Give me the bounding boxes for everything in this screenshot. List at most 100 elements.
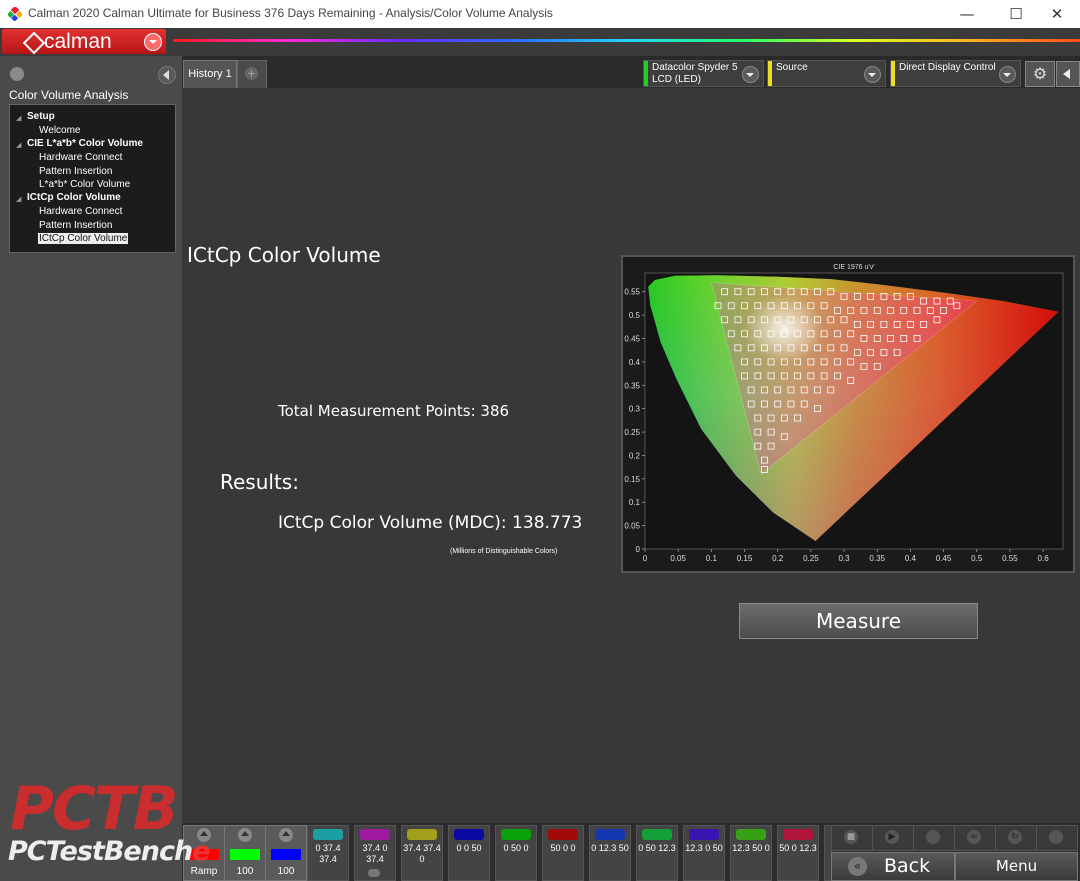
pattern-swatch[interactable]: 100 xyxy=(265,825,307,881)
display-control-select[interactable]: Direct Display Control xyxy=(890,60,1021,87)
y-tick-label: 0.35 xyxy=(624,381,640,390)
x-tick-label: 0 xyxy=(643,554,648,563)
pattern-color-chip xyxy=(230,849,260,860)
expand-arrow-icon[interactable]: ◢ xyxy=(16,195,21,203)
options-button[interactable] xyxy=(1036,825,1078,851)
meter-label: Datacolor Spyder 5 LCD (LED) xyxy=(652,62,738,85)
refresh-icon: ↻ xyxy=(1008,830,1022,844)
cie-1976-chart: CIE 1976 u'v' 0 0.05 0.1 0.15 0.2 0.25 0.3 0.35 0… xyxy=(624,264,1064,563)
color-volume-result: ICtCp Color Volume (MDC): 138.773 xyxy=(278,513,583,533)
record-button[interactable] xyxy=(913,825,955,851)
expand-arrow-icon[interactable]: ◢ xyxy=(16,141,21,149)
pattern-swatch[interactable]: 0 12.3 50 xyxy=(589,825,631,881)
pattern-label: 50 0 0 xyxy=(550,843,576,853)
pattern-label: 100 xyxy=(277,866,295,877)
display-control-label: Direct Display Control xyxy=(899,62,996,73)
x-tick-label: 0.35 xyxy=(869,554,885,563)
tree-item-lab-color-volume[interactable]: L*a*b* Color Volume xyxy=(39,179,130,190)
pattern-color-chip xyxy=(595,829,625,840)
pattern-swatch[interactable]: 0 50 0 xyxy=(495,825,537,881)
collapse-sidebar-icon[interactable] xyxy=(158,66,176,84)
y-tick-label: 0.3 xyxy=(629,405,641,414)
tree-item-ictcp-color-volume[interactable]: ICtCp Color Volume xyxy=(38,233,129,244)
total-measurement-points: Total Measurement Points: 386 xyxy=(278,402,510,420)
tree-group-ictcp[interactable]: ICtCp Color Volume xyxy=(27,192,121,203)
pattern-swatch[interactable]: 37.4 37.4 0 xyxy=(401,825,443,881)
pattern-swatch[interactable]: 0 37.4 37.4 xyxy=(307,825,349,881)
rainbow-divider xyxy=(173,39,1080,42)
pattern-label: 100 xyxy=(236,866,254,877)
calman-logo-menu[interactable]: calman xyxy=(2,29,166,55)
gear-icon[interactable]: ⚙ xyxy=(1025,61,1055,87)
page-title: ICtCp Color Volume xyxy=(187,243,381,267)
tree-item-pattern-insertion[interactable]: Pattern Insertion xyxy=(39,166,112,177)
pattern-swatch[interactable]: 100 xyxy=(224,825,266,881)
pattern-scrollbar-thumb[interactable] xyxy=(368,869,380,877)
refresh-button[interactable]: ↻ xyxy=(995,825,1037,851)
pattern-swatch[interactable]: 0 0 50 xyxy=(448,825,490,881)
calman-logo-icon xyxy=(22,31,46,55)
pattern-color-chip xyxy=(736,829,766,840)
expand-arrow-icon[interactable]: ◢ xyxy=(16,114,21,122)
pattern-color-chip xyxy=(313,829,343,840)
pattern-label: Ramp xyxy=(190,866,218,877)
watermark-logo: PCTB xyxy=(10,774,179,844)
play-button[interactable]: ▶ xyxy=(872,825,914,851)
pattern-swatch[interactable]: 50 0 12.3 xyxy=(777,825,819,881)
display-status-stripe xyxy=(891,61,895,86)
source-status-stripe xyxy=(768,61,772,86)
x-tick-label: 0.25 xyxy=(803,554,819,563)
tree-item-hardware-connect[interactable]: Hardware Connect xyxy=(39,152,122,163)
tree-item-hardware-connect[interactable]: Hardware Connect xyxy=(39,206,122,217)
pattern-color-chip xyxy=(689,829,719,840)
pin-icon[interactable] xyxy=(10,67,24,81)
tab-history-1[interactable]: History 1 xyxy=(183,60,237,88)
record-icon xyxy=(926,830,940,844)
loop-icon: ∞ xyxy=(967,830,981,844)
stop-button[interactable]: ■ xyxy=(831,825,873,851)
pattern-color-chip xyxy=(548,829,578,840)
maximize-button[interactable]: ☐ xyxy=(993,0,1039,28)
x-tick-label: 0.5 xyxy=(971,554,983,563)
pattern-swatch[interactable]: 12.3 0 50 xyxy=(683,825,725,881)
source-label: Source xyxy=(776,62,808,73)
meter-select[interactable]: Datacolor Spyder 5 LCD (LED) xyxy=(643,60,764,87)
chevron-up-icon xyxy=(279,828,293,842)
back-label: Back xyxy=(884,855,931,877)
pattern-swatch[interactable]: 12.3 50 0 xyxy=(730,825,772,881)
chevron-left-icon[interactable] xyxy=(1056,61,1080,87)
tree-group-cielab[interactable]: CIE L*a*b* Color Volume xyxy=(27,138,143,149)
x-tick-label: 0.45 xyxy=(936,554,952,563)
pattern-label: 0 0 50 xyxy=(456,843,482,853)
add-tab-button[interactable]: + xyxy=(237,60,267,88)
back-button[interactable]: « Back xyxy=(831,852,955,881)
y-tick-label: 0.45 xyxy=(624,334,640,343)
pattern-label: 0 37.4 37.4 xyxy=(315,843,341,864)
measure-button[interactable]: Measure xyxy=(739,603,978,639)
chevron-down-icon[interactable] xyxy=(144,33,162,51)
pattern-label: 0 50 0 xyxy=(503,843,529,853)
x-tick-label: 0.4 xyxy=(905,554,917,563)
play-icon: ▶ xyxy=(885,830,899,844)
loop-button[interactable]: ∞ xyxy=(954,825,996,851)
pattern-label: 50 0 12.3 xyxy=(779,843,817,853)
close-button[interactable]: ✕ xyxy=(1034,0,1080,28)
tree-group-setup[interactable]: Setup xyxy=(27,111,55,122)
menu-button[interactable]: Menu xyxy=(955,852,1078,881)
white-point-glow xyxy=(744,295,825,364)
tree-item-welcome[interactable]: Welcome xyxy=(39,125,81,136)
window-title-bar: Calman 2020 Calman Ultimate for Business… xyxy=(0,0,1080,29)
x-tick-label: 0.6 xyxy=(1038,554,1050,563)
source-select[interactable]: Source xyxy=(767,60,886,87)
x-tick-label: 0.3 xyxy=(838,554,850,563)
pattern-label: 12.3 0 50 xyxy=(685,843,723,853)
pattern-swatch[interactable]: 0 50 12.3 xyxy=(636,825,678,881)
pattern-label: 0 50 12.3 xyxy=(638,843,676,853)
tree-item-pattern-insertion[interactable]: Pattern Insertion xyxy=(39,220,112,231)
meter-status-stripe xyxy=(644,61,648,86)
minimize-button[interactable]: — xyxy=(944,0,990,28)
pattern-color-chip xyxy=(271,849,301,860)
x-tick-label: 0.55 xyxy=(1002,554,1018,563)
pattern-swatch[interactable]: 50 0 0 xyxy=(542,825,584,881)
x-tick-label: 0.1 xyxy=(706,554,718,563)
